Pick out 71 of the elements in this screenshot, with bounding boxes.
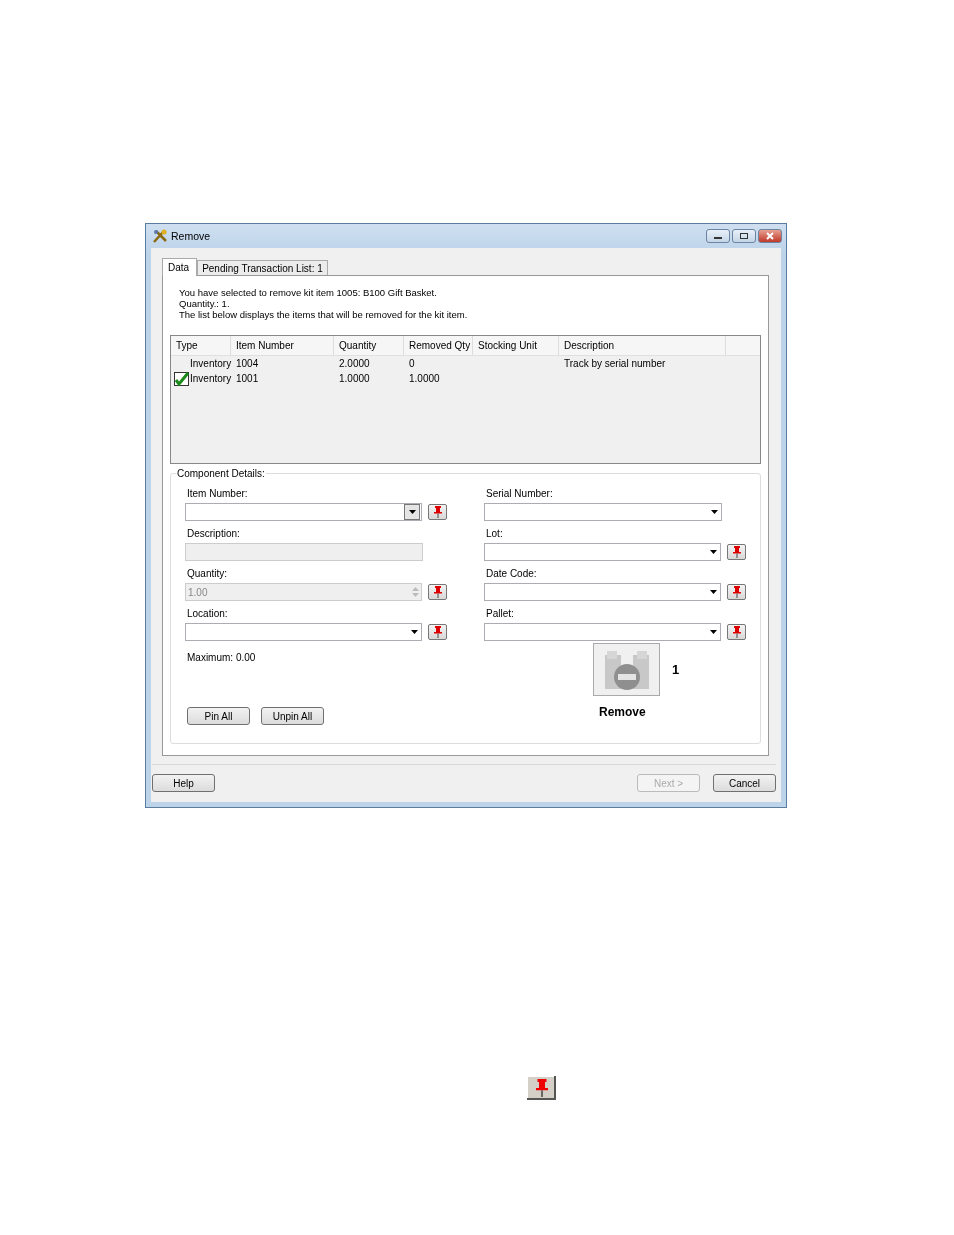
column-header[interactable]: Removed Qty xyxy=(404,336,473,355)
dropdown-arrow-icon xyxy=(709,630,717,634)
dropdown-field[interactable] xyxy=(185,503,423,521)
maximum-text: Maximum: 0.00 xyxy=(187,652,257,664)
remove-count: 1 xyxy=(672,662,680,677)
maximize-button[interactable] xyxy=(732,229,756,243)
column-header[interactable]: Item Number xyxy=(231,336,334,355)
intro-text: You have selected to remove kit item 1005: B100 Gift Basket. xyxy=(179,287,438,298)
column-header[interactable]: Description xyxy=(559,336,726,355)
column-header[interactable]: Quantity xyxy=(334,336,404,355)
dropdown-arrow-icon xyxy=(408,510,416,514)
dropdown-field[interactable] xyxy=(484,543,722,561)
pin-button[interactable] xyxy=(527,1076,556,1100)
spinner-arrows-icon xyxy=(411,586,419,598)
column-header[interactable]: Stocking Unit xyxy=(473,336,559,355)
dropdown-field[interactable] xyxy=(484,583,722,601)
window-title: Remove xyxy=(171,230,211,242)
dropdown-field[interactable] xyxy=(484,503,722,521)
field-label: Item Number: xyxy=(186,488,249,500)
pin-button[interactable] xyxy=(727,544,746,560)
minimize-button[interactable] xyxy=(706,229,730,243)
table-cell-text: 0 xyxy=(408,358,416,369)
dialog-button[interactable]: Cancel xyxy=(713,774,776,792)
table-cell-text: Track by serial number xyxy=(563,358,667,369)
field-label: Date Code: xyxy=(485,568,538,580)
pin-all-button[interactable]: Pin All xyxy=(187,707,250,725)
pushpin-icon xyxy=(732,586,741,598)
remove-button[interactable] xyxy=(593,643,660,696)
table-cell: Inventory xyxy=(190,373,231,384)
remove-label: Remove xyxy=(599,705,646,719)
field-label: Description: xyxy=(186,528,241,540)
tools-icon xyxy=(152,228,168,244)
close-button[interactable] xyxy=(758,229,782,243)
dropdown-arrow-icon xyxy=(709,590,717,594)
dropdown-field[interactable] xyxy=(185,623,423,641)
pushpin-icon xyxy=(433,586,442,598)
field-label: Lot: xyxy=(485,528,504,540)
close-icon xyxy=(765,232,775,240)
pin-button[interactable] xyxy=(727,624,746,640)
dropdown-arrow-icon xyxy=(410,630,418,634)
table-cell-text: 1.0000 xyxy=(408,373,441,384)
checkmark-icon xyxy=(174,371,189,386)
field-label: Quantity: xyxy=(186,568,229,580)
table-cell-text: 1.0000 xyxy=(338,373,371,384)
dropdown-arrow-icon xyxy=(710,510,718,514)
pin-all-button[interactable]: Unpin All xyxy=(261,707,324,725)
pushpin-icon xyxy=(732,546,741,558)
group-title: Component Details: xyxy=(176,468,266,479)
table-cell: Inventory xyxy=(190,358,231,369)
intro-text: Quantity.: 1. xyxy=(179,298,231,309)
dropdown-arrow-icon xyxy=(709,550,717,554)
column-header[interactable]: Type xyxy=(171,336,231,355)
table-cell-text: 1001 xyxy=(235,373,260,384)
field-label: Location: xyxy=(186,608,229,620)
field-label: Pallet: xyxy=(485,608,515,620)
intro-text: The list below displays the items that will be removed for the kit item. xyxy=(179,309,469,320)
tab[interactable]: Pending Transaction List: 1 xyxy=(197,260,328,275)
maximize-icon xyxy=(739,232,749,240)
pushpin-icon xyxy=(732,626,741,638)
table-cell-text: 1004 xyxy=(235,358,260,369)
tab[interactable]: Data xyxy=(162,258,198,276)
pushpin-icon xyxy=(433,626,442,638)
pin-button[interactable] xyxy=(428,504,447,520)
pin-button[interactable] xyxy=(727,584,746,600)
dropdown-field[interactable] xyxy=(484,623,722,641)
field-label: Serial Number: xyxy=(485,488,554,500)
pushpin-icon xyxy=(535,1079,548,1097)
pin-button[interactable] xyxy=(428,624,447,640)
pushpin-icon xyxy=(433,506,442,518)
table-cell-text: 2.0000 xyxy=(338,358,371,369)
dialog-button[interactable]: Help xyxy=(152,774,215,792)
